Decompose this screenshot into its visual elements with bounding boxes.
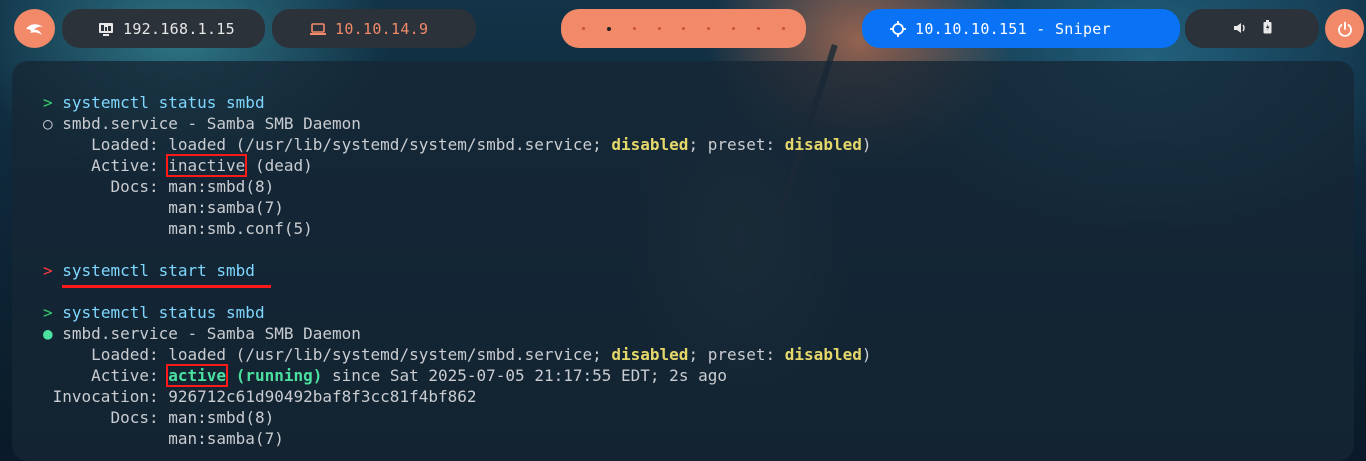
terminal-line: Invocation: 926712c61d90492baf8f3cc81f4b… (43, 386, 871, 407)
enabled-state: disabled (611, 135, 689, 154)
active-label: Active: (91, 366, 159, 385)
service-name: smbd.service - Samba SMB Daemon (62, 324, 361, 343)
close-paren: ) (861, 135, 872, 154)
service-status-bullet: ○ (43, 114, 53, 133)
service-status-bullet: ● (43, 324, 53, 343)
loaded-label: Loaded: (91, 345, 159, 364)
preset-value: disabled (784, 135, 862, 154)
loaded-label: Loaded: (91, 135, 159, 154)
vpn-ip-widget[interactable]: 10.10.14.9 (272, 9, 476, 48)
enabled-state: disabled (611, 345, 689, 364)
terminal-line: Active: active (running) since Sat 2025-… (43, 364, 871, 387)
terminal-output: > systemctl status smbd ○ smbd.service -… (43, 92, 871, 449)
terminal-line: Loaded: loaded (/usr/lib/systemd/system/… (43, 344, 871, 365)
terminal-line: Active: inactive (dead) (43, 154, 871, 177)
terminal-line: ○ smbd.service - Samba SMB Daemon (43, 113, 871, 134)
preset-label: ; preset: (688, 345, 776, 364)
target-text: 10.10.10.151 - Sniper (915, 19, 1111, 38)
prompt-symbol: > (43, 261, 53, 280)
target-widget[interactable]: 10.10.10.151 - Sniper (862, 9, 1180, 48)
terminal-line: > systemctl status smbd (43, 92, 871, 113)
command-text: systemctl status smbd (62, 303, 265, 322)
terminal-line: > systemctl status smbd (43, 302, 871, 323)
invocation-id: 926712c61d90492baf8f3cc81f4bf862 (168, 387, 477, 406)
command-text: systemctl status smbd (62, 93, 265, 112)
laptop-icon (310, 22, 326, 35)
workspace-4[interactable] (657, 27, 661, 30)
volume-icon[interactable] (1233, 20, 1247, 38)
terminal-line: man:samba(7) (43, 197, 871, 218)
kali-dragon-icon (25, 23, 43, 35)
docs-entry: man:samba(7) (168, 429, 284, 448)
active-state-highlight: inactive (166, 154, 248, 177)
command-underline-annotation (62, 285, 271, 288)
docs-label: Docs: (110, 177, 159, 196)
workspace-6[interactable] (707, 27, 711, 30)
crosshair-icon (890, 20, 906, 37)
active-label: Active: (91, 156, 159, 175)
battery-icon[interactable] (1263, 19, 1272, 38)
monitor-icon (98, 22, 114, 36)
power-button[interactable] (1325, 9, 1364, 48)
terminal-line: > systemctl start smbd (43, 260, 871, 281)
terminal-line: man:smb.conf(5) (43, 218, 871, 239)
local-ip-widget[interactable]: 192.168.1.15 (62, 9, 265, 48)
workspace-9[interactable] (781, 27, 785, 30)
terminal-line: Docs: man:smbd(8) (43, 176, 871, 197)
workspace-5[interactable] (682, 27, 686, 30)
docs-label: Docs: (110, 408, 159, 427)
command-text: systemctl start smbd (62, 261, 255, 280)
workspace-1[interactable] (581, 27, 585, 30)
workspace-7[interactable] (732, 27, 736, 30)
prompt-symbol: > (43, 93, 53, 112)
system-tray[interactable] (1185, 9, 1319, 48)
terminal-line: Docs: man:smbd(8) (43, 407, 871, 428)
loaded-value: loaded (/usr/lib/systemd/system/smbd.ser… (168, 135, 602, 154)
active-detail: (dead) (254, 156, 313, 175)
close-paren: ) (861, 345, 872, 364)
power-icon (1337, 21, 1352, 37)
prompt-symbol: > (43, 303, 53, 322)
active-state-highlight: active (166, 364, 229, 387)
running-state: (running) (235, 366, 323, 385)
loaded-value: loaded (/usr/lib/systemd/system/smbd.ser… (168, 345, 602, 364)
docs-entry: man:smb.conf(5) (168, 219, 313, 238)
workspace-8[interactable] (757, 27, 761, 30)
local-ip-text: 192.168.1.15 (123, 19, 235, 38)
app-launcher-button[interactable] (14, 9, 55, 48)
workspace-3[interactable] (632, 27, 636, 30)
docs-entry: man:smbd(8) (168, 408, 275, 427)
terminal-line: Loaded: loaded (/usr/lib/systemd/system/… (43, 134, 871, 155)
workspace-switcher[interactable] (561, 9, 806, 48)
preset-value: disabled (784, 345, 862, 364)
invocation-label: Invocation: (52, 387, 159, 406)
terminal-line: ● smbd.service - Samba SMB Daemon (43, 323, 871, 344)
terminal-line: man:samba(7) (43, 428, 871, 449)
docs-entry: man:smbd(8) (168, 177, 275, 196)
active-since: since Sat 2025-07-05 21:17:55 EDT; 2s ag… (332, 366, 727, 385)
service-name: smbd.service - Samba SMB Daemon (62, 114, 361, 133)
vpn-ip-text: 10.10.14.9 (335, 19, 429, 38)
workspace-2[interactable] (606, 26, 611, 31)
preset-label: ; preset: (688, 135, 776, 154)
docs-entry: man:samba(7) (168, 198, 284, 217)
